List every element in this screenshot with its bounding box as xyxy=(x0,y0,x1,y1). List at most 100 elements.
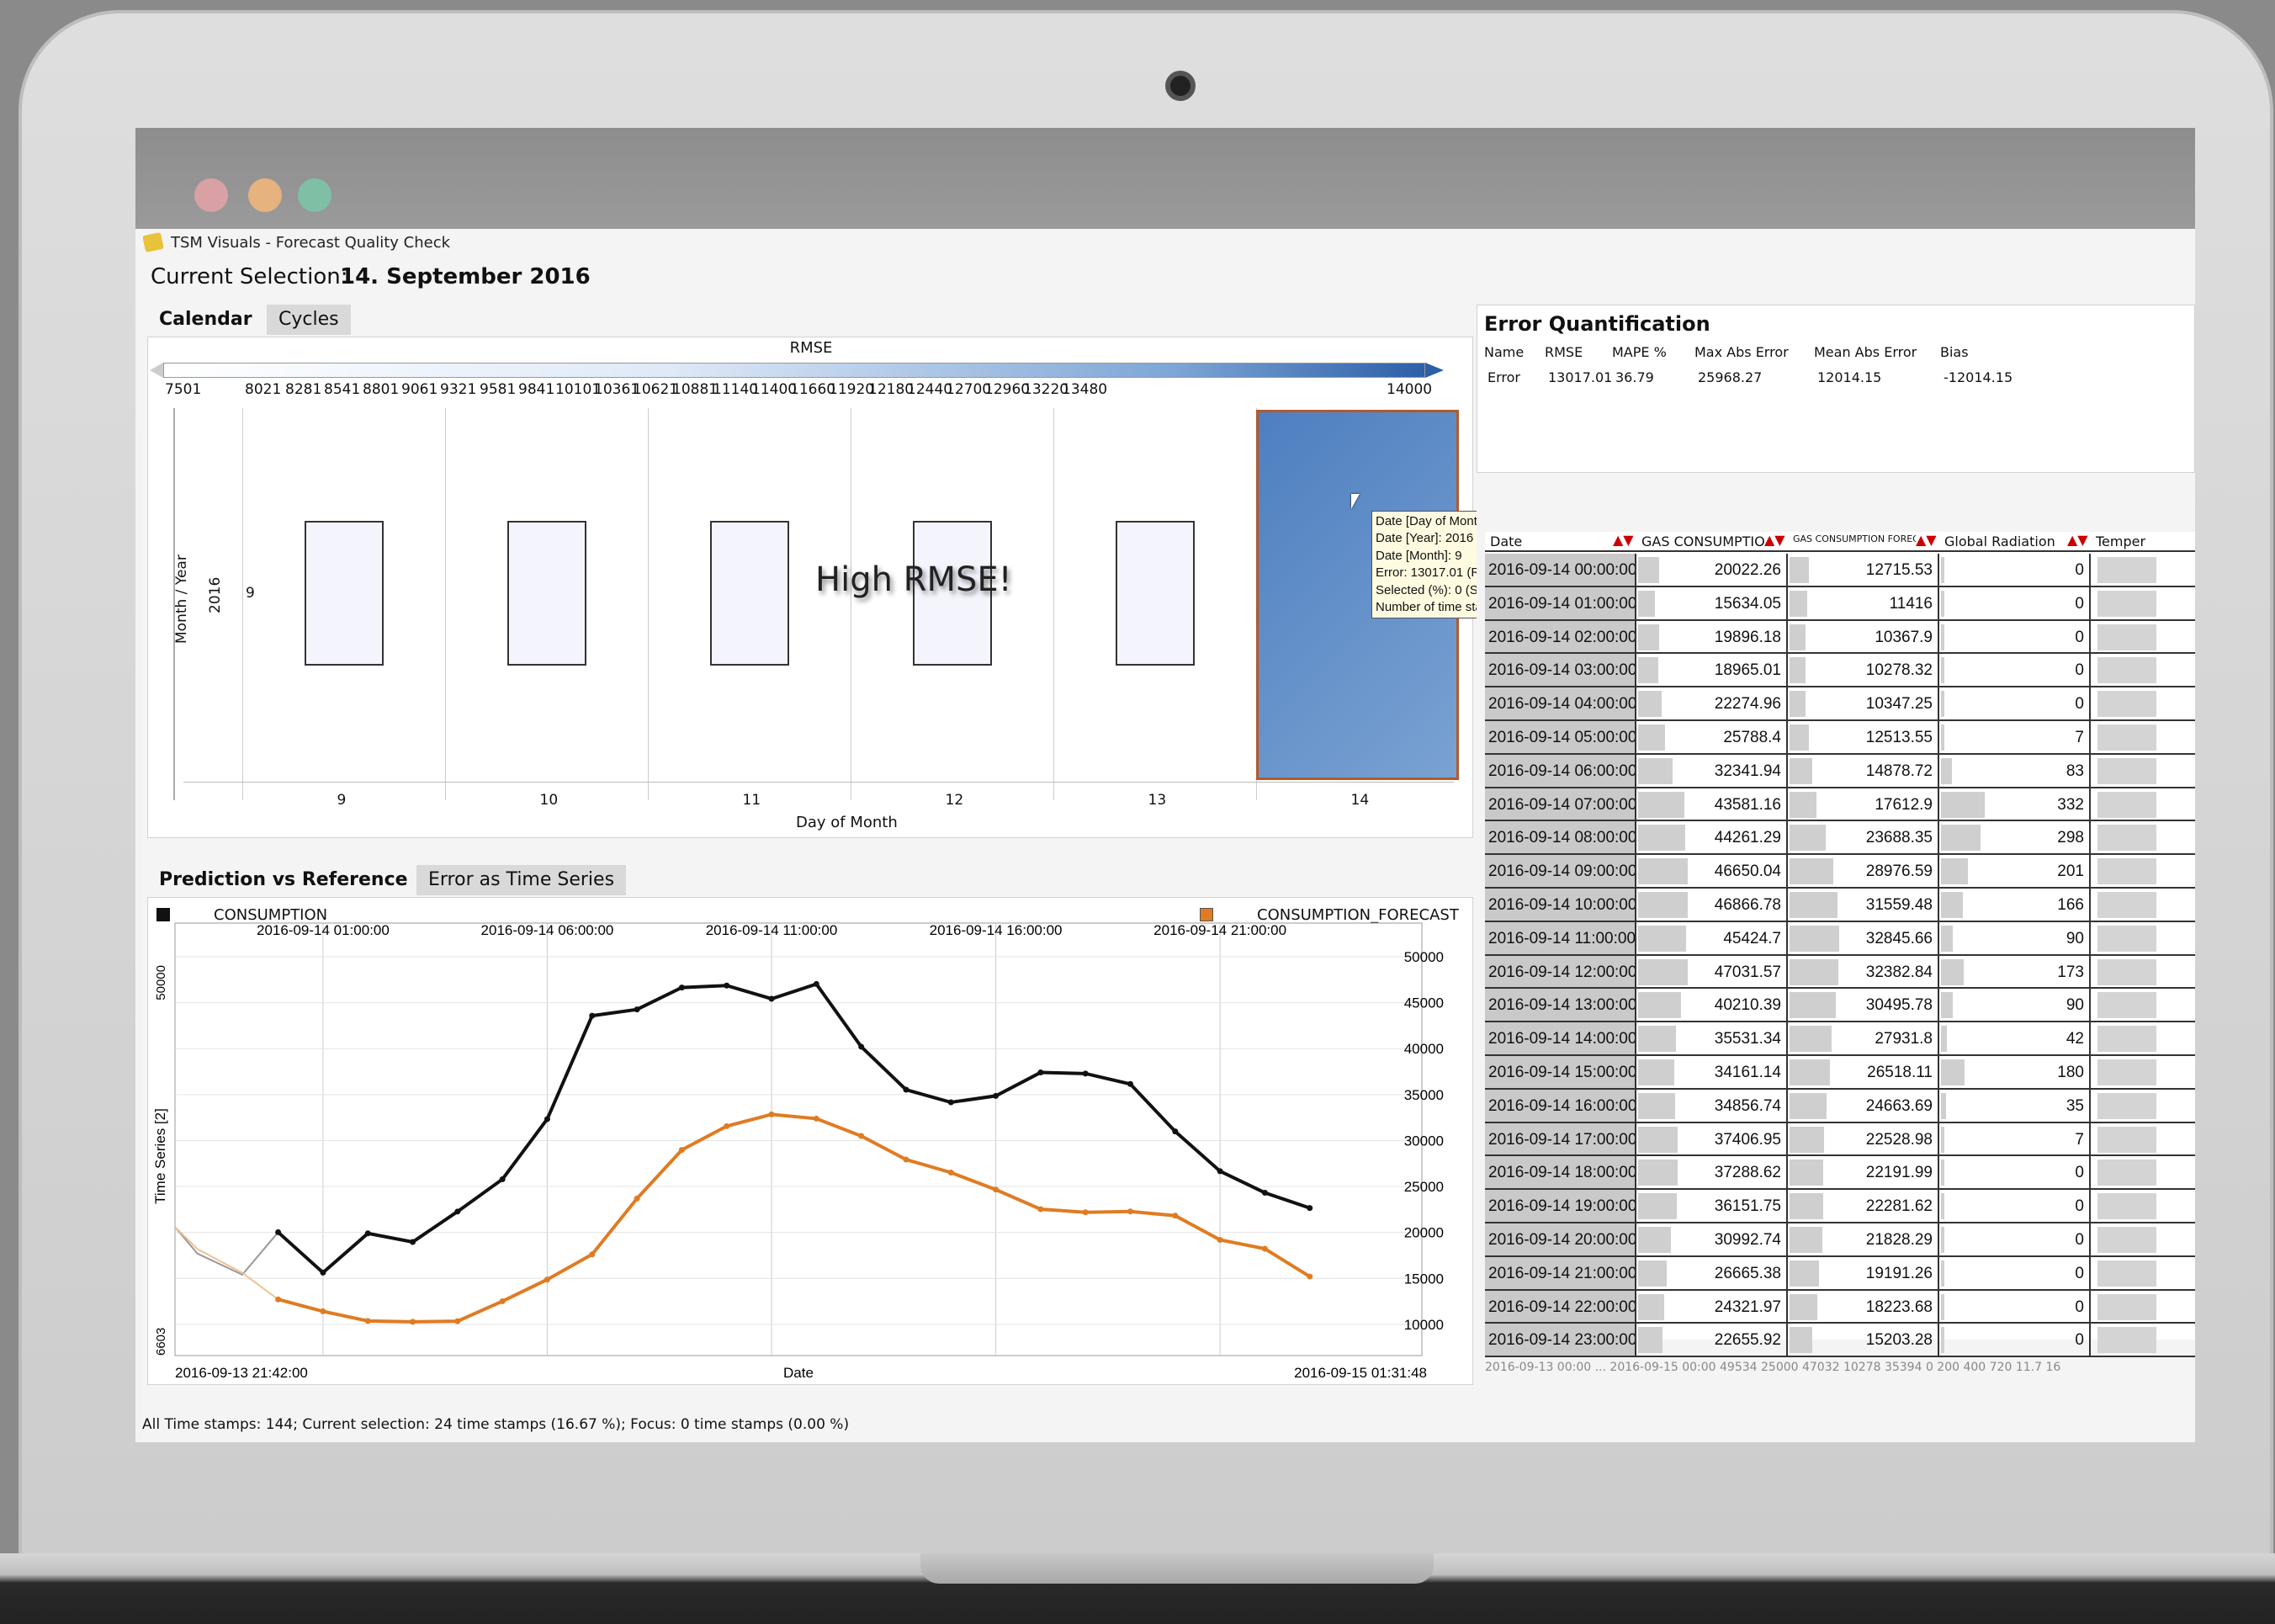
table-row[interactable]: 2016-09-14 20:00:00 30992.74 21828.29 0 xyxy=(1485,1223,2195,1257)
calendar-month-label: 9 xyxy=(246,585,255,602)
error-column-header[interactable]: MAPE % xyxy=(1612,344,1667,360)
table-cell: 27931.8 xyxy=(1788,1022,1939,1054)
table-row[interactable]: 2016-09-14 07:00:00 43581.16 17612.9 332 xyxy=(1485,788,2195,822)
colorbar-right-handle[interactable] xyxy=(1425,363,1444,378)
table-row[interactable]: 2016-09-14 22:00:00 24321.97 18223.68 0 xyxy=(1485,1290,2195,1324)
x-axis-label: Date xyxy=(783,1365,814,1381)
tab-calendar[interactable]: Calendar xyxy=(147,305,264,335)
table-cell-bar xyxy=(1941,1092,1946,1119)
table-cell: 2016-09-14 07:00:00 xyxy=(1485,788,1636,820)
error-column-header[interactable]: Name xyxy=(1484,344,1524,360)
table-column-header[interactable]: GAS CONSUMPTION xyxy=(1641,533,1764,549)
maximize-window-button[interactable] xyxy=(298,178,331,212)
table-column-header[interactable]: Temper xyxy=(2096,533,2172,549)
tab-prediction-vs-reference[interactable]: Prediction vs Reference xyxy=(147,865,420,895)
table-cell-text: 2016-09-14 15:00:00 xyxy=(1488,1064,1636,1081)
table-cell-text: 30992.74 xyxy=(1714,1231,1781,1249)
table-row[interactable]: 2016-09-14 19:00:00 36151.75 22281.62 0 xyxy=(1485,1190,2195,1223)
table-cell: 0 xyxy=(1939,1190,2091,1222)
table-cell: 32382.84 xyxy=(1788,955,1939,988)
laptop-hinge-notch xyxy=(920,1553,1434,1584)
table-cell-text: 34856.74 xyxy=(1714,1096,1781,1115)
table-row[interactable]: 2016-09-14 15:00:00 34161.14 26518.11 180 xyxy=(1485,1056,2195,1090)
table-cell-text: 19191.26 xyxy=(1865,1264,1933,1282)
table-row[interactable]: 2016-09-14 13:00:00 40210.39 30495.78 90 xyxy=(1485,989,2195,1023)
sort-arrows-icon[interactable]: ▲▼ xyxy=(2067,532,2088,548)
table-row[interactable]: 2016-09-14 05:00:00 25788.4 12513.55 7 xyxy=(1485,721,2195,755)
table-cell xyxy=(2091,1022,2195,1054)
table-cell-bar xyxy=(1790,1059,1830,1085)
table-cell-text: 22281.62 xyxy=(1865,1197,1933,1216)
table-row[interactable]: 2016-09-14 01:00:00 15634.05 11416 0 xyxy=(1485,586,2195,621)
error-column-header[interactable]: RMSE xyxy=(1545,344,1583,360)
table-cell-text: 0 xyxy=(2075,561,2084,579)
table-row[interactable]: 2016-09-14 23:00:00 22655.92 15203.28 0 xyxy=(1485,1324,2195,1358)
tab-cycles[interactable]: Cycles xyxy=(267,305,351,335)
high-rmse-annotation: High RMSE! xyxy=(815,560,1012,599)
table-row[interactable]: 2016-09-14 11:00:00 45424.7 32845.66 90 xyxy=(1485,921,2195,956)
table-cell: 2016-09-14 03:00:00 xyxy=(1485,654,1636,687)
table-cell xyxy=(2091,1190,2195,1222)
sort-arrows-icon[interactable]: ▲▼ xyxy=(1613,532,1634,548)
table-cell: 10367.9 xyxy=(1788,620,1939,653)
minimize-window-button[interactable] xyxy=(248,178,282,212)
table-row[interactable]: 2016-09-14 09:00:00 46650.04 28976.59 201 xyxy=(1485,855,2195,889)
table-row[interactable]: 2016-09-14 08:00:00 44261.29 23688.35 298 xyxy=(1485,821,2195,856)
table-column-header[interactable]: Global Radiation xyxy=(1944,533,2067,549)
table-cell-bar xyxy=(2097,1026,2156,1053)
table-cell: 201 xyxy=(1939,855,2091,887)
close-window-button[interactable] xyxy=(194,178,228,212)
data-point xyxy=(993,1186,1000,1193)
table-cell-text: 2016-09-14 04:00:00 xyxy=(1488,695,1636,714)
table-cell: 332 xyxy=(1939,788,2091,820)
sort-arrows-icon[interactable]: ▲▼ xyxy=(1916,532,1937,548)
table-row[interactable]: 2016-09-14 04:00:00 22274.96 10347.25 0 xyxy=(1485,687,2195,721)
table-row[interactable]: 2016-09-14 10:00:00 46866.78 31559.48 166 xyxy=(1485,889,2195,922)
calendar-cell[interactable] xyxy=(507,521,586,666)
timeseries-chart[interactable]: 10000 15000 20000 25000 30000 35000 40000 45000… xyxy=(148,898,1474,1386)
table-cell-bar xyxy=(1941,791,1986,818)
table-row[interactable]: 2016-09-14 00:00:00 20022.26 12715.53 0 xyxy=(1485,554,2195,587)
calendar-cell[interactable] xyxy=(305,521,384,666)
calendar-cell[interactable] xyxy=(1116,521,1195,666)
table-cell: 0 xyxy=(1939,1256,2091,1289)
error-value: 13017.01 xyxy=(1548,369,1613,385)
error-column-header[interactable]: Mean Abs Error xyxy=(1814,344,1917,360)
table-cell-text: 2016-09-14 05:00:00 xyxy=(1488,729,1636,746)
table-cell-text: 298 xyxy=(2057,829,2084,847)
calendar-cell[interactable] xyxy=(710,521,789,666)
table-cell: 180 xyxy=(1939,1056,2091,1088)
table-cell: 37406.95 xyxy=(1636,1122,1788,1155)
colorbar-left-handle[interactable] xyxy=(150,363,163,378)
table-row[interactable]: 2016-09-14 02:00:00 19896.18 10367.9 0 xyxy=(1485,620,2195,655)
table-column-header[interactable]: GAS CONSUMPTION FORECAST xyxy=(1793,533,1916,544)
error-column-header[interactable]: Bias xyxy=(1940,344,1969,360)
table-row[interactable]: 2016-09-14 03:00:00 18965.01 10278.32 0 xyxy=(1485,654,2195,688)
table-row[interactable]: 2016-09-14 21:00:00 26665.38 19191.26 0 xyxy=(1485,1256,2195,1291)
table-cell: 2016-09-14 06:00:00 xyxy=(1485,754,1636,787)
data-point xyxy=(320,1308,326,1314)
table-cell-text: 2016-09-14 09:00:00 xyxy=(1488,862,1636,881)
table-cell: 12513.55 xyxy=(1788,721,1939,753)
table-row[interactable]: 2016-09-14 12:00:00 47031.57 32382.84 173 xyxy=(1485,955,2195,990)
data-table[interactable]: Date ▲▼ GAS CONSUMPTION ▲▼ GAS CONSUMPTION F… xyxy=(1485,532,2195,1374)
table-row[interactable]: 2016-09-14 16:00:00 34856.74 24663.69 35 xyxy=(1485,1089,2195,1123)
table-row[interactable]: 2016-09-14 14:00:00 35531.34 27931.8 42 xyxy=(1485,1022,2195,1056)
sort-arrows-icon[interactable]: ▲▼ xyxy=(1764,532,1785,548)
table-row[interactable]: 2016-09-14 17:00:00 37406.95 22528.98 7 xyxy=(1485,1122,2195,1157)
table-cell-text: 36151.75 xyxy=(1714,1197,1781,1216)
colorbar-tick-label: 8801 xyxy=(363,381,400,398)
table-cell-text: 173 xyxy=(2057,963,2084,981)
table-cell: 43581.16 xyxy=(1636,788,1788,820)
y-axis-label: Time Series [2] xyxy=(152,1108,168,1204)
current-selection-value: 14. September 2016 xyxy=(340,264,591,289)
table-row[interactable]: 2016-09-14 18:00:00 37288.62 22191.99 0 xyxy=(1485,1156,2195,1191)
table-column-header[interactable]: Date xyxy=(1490,533,1613,549)
table-cell: 2016-09-14 23:00:00 xyxy=(1485,1324,1636,1356)
colorbar-tick-label: 8541 xyxy=(324,381,361,398)
table-cell-text: 18965.01 xyxy=(1714,661,1781,680)
error-column-header[interactable]: Max Abs Error xyxy=(1694,344,1789,360)
colorbar-tick-label: 13480 xyxy=(1062,381,1108,398)
table-row[interactable]: 2016-09-14 06:00:00 32341.94 14878.72 83 xyxy=(1485,754,2195,788)
tab-error-as-time-series[interactable]: Error as Time Series xyxy=(416,865,627,895)
